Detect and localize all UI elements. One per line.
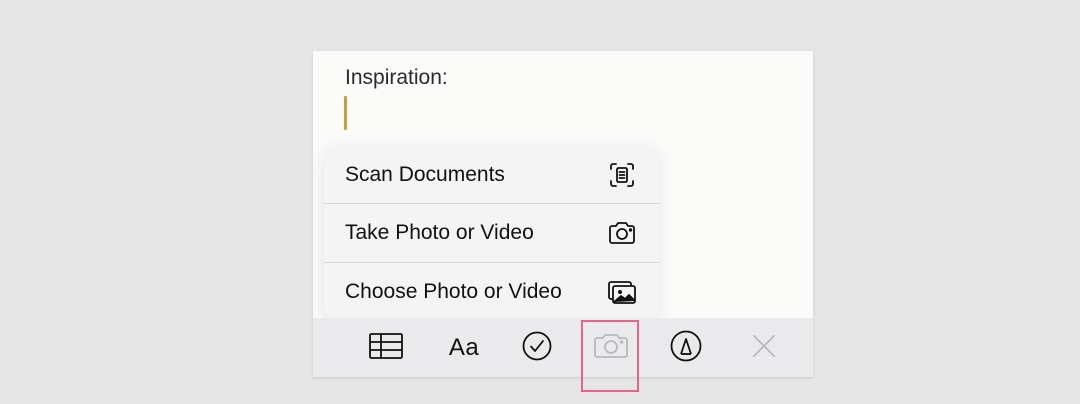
camera-icon xyxy=(607,218,637,248)
camera-button-highlight xyxy=(581,320,639,392)
checklist-icon xyxy=(522,331,552,366)
attachment-menu: Scan Documents Take Photo or Video Choos… xyxy=(324,145,659,321)
scan-document-icon xyxy=(607,160,637,190)
menu-item-label: Choose Photo or Video xyxy=(345,280,562,303)
markup-button[interactable] xyxy=(668,330,704,367)
close-icon xyxy=(752,334,776,363)
text-format-icon: Aa xyxy=(448,334,480,361)
markup-pen-icon xyxy=(670,330,702,367)
menu-item-label: Scan Documents xyxy=(345,162,505,186)
menu-item-take-photo[interactable]: Take Photo or Video xyxy=(324,203,659,262)
close-toolbar-button[interactable] xyxy=(746,331,782,365)
menu-item-label: Take Photo or Video xyxy=(345,221,534,244)
text-format-button[interactable]: Aa xyxy=(444,331,484,365)
notes-toolbar: Aa xyxy=(313,318,813,377)
menu-item-choose-photo[interactable]: Choose Photo or Video xyxy=(324,262,659,321)
table-icon xyxy=(369,332,403,364)
menu-item-scan-documents[interactable]: Scan Documents xyxy=(324,145,659,204)
checklist-button[interactable] xyxy=(519,331,555,365)
text-cursor xyxy=(344,96,347,130)
photo-library-icon xyxy=(607,277,637,307)
note-text-heading[interactable]: Inspiration: xyxy=(345,66,448,90)
notes-screen: Inspiration: Scan Documents Take Photo o… xyxy=(313,51,813,377)
table-button[interactable] xyxy=(368,331,404,365)
